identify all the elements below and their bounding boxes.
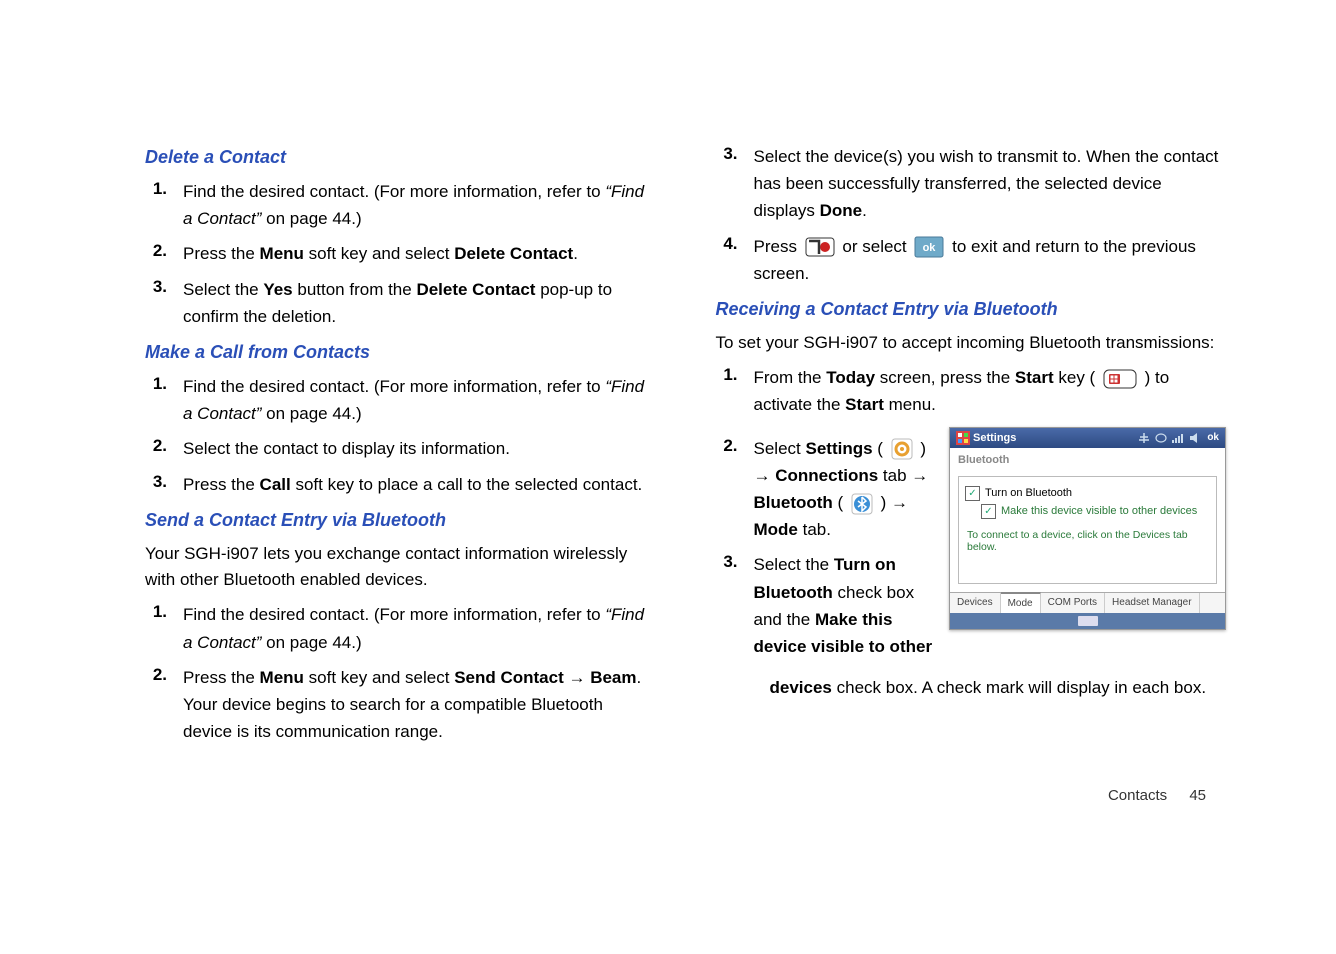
heading-send-bluetooth: Send a Contact Entry via Bluetooth <box>145 510 656 531</box>
step-text: Find the desired contact. (For more info… <box>183 373 656 427</box>
screenshot-tabs: Devices Mode COM Ports Headset Manager <box>950 592 1225 613</box>
tab-mode[interactable]: Mode <box>1001 592 1041 613</box>
ok-button-icon: ok <box>914 236 944 258</box>
step-number: 1. <box>145 178 167 199</box>
step-number: 2. <box>145 664 167 685</box>
ok-label[interactable]: ok <box>1207 432 1219 443</box>
step-number: 3. <box>716 143 738 164</box>
step-number: 2. <box>145 240 167 261</box>
step-text: Press the Menu soft key and select Delet… <box>183 240 656 267</box>
sync-icon <box>1154 432 1168 444</box>
step-number: 3. <box>145 471 167 492</box>
heading-receive-bluetooth: Receiving a Contact Entry via Bluetooth <box>716 299 1227 320</box>
step-text: Select the contact to display its inform… <box>183 435 656 462</box>
step-number: 2. <box>145 435 167 456</box>
checkbox-label: Turn on Bluetooth <box>985 487 1072 499</box>
step-text: Press or select ok to exit and return to… <box>754 233 1227 287</box>
speaker-icon <box>1188 432 1202 444</box>
heading-make-call: Make a Call from Contacts <box>145 342 656 363</box>
checkbox-turn-on-bluetooth[interactable]: ✓ Turn on Bluetooth <box>965 486 1210 501</box>
screenshot-title: Settings <box>973 432 1016 444</box>
step-text: Select the Yes button from the Delete Co… <box>183 276 656 330</box>
step-text: Find the desired contact. (For more info… <box>183 601 656 655</box>
signal-icon <box>1171 432 1185 444</box>
paragraph: To set your SGH-i907 to accept incoming … <box>716 330 1227 356</box>
checkbox-make-visible[interactable]: ✓ Make this device visible to other devi… <box>981 504 1210 519</box>
step-text: Select Settings ( ) → Connections tab → … <box>754 435 936 544</box>
step-text: Find the desired contact. (For more info… <box>183 178 656 232</box>
step-text-continuation: devices check box. A check mark will dis… <box>770 674 1227 701</box>
screenshot-section: Bluetooth <box>950 448 1225 468</box>
right-column: 3. Select the device(s) you wish to trans… <box>716 135 1227 753</box>
tab-com-ports[interactable]: COM Ports <box>1041 593 1105 613</box>
start-flag-icon <box>956 431 970 445</box>
end-key-icon <box>805 237 835 257</box>
keyboard-icon <box>1078 616 1098 626</box>
keyboard-bar[interactable] <box>950 613 1225 629</box>
step-number: 1. <box>145 373 167 394</box>
steps-delete-contact: 1. Find the desired contact. (For more in… <box>145 178 656 330</box>
step-text: Press the Call soft key to place a call … <box>183 471 656 498</box>
device-screenshot: Settings ok Bluetooth ✓ Turn on Bluetoot… <box>949 427 1226 630</box>
network-icon <box>1137 432 1151 444</box>
checkbox-label: Make this device visible to other device… <box>1001 505 1197 517</box>
step-number: 3. <box>145 276 167 297</box>
tab-headset-manager[interactable]: Headset Manager <box>1105 593 1200 613</box>
checkbox-icon: ✓ <box>965 486 980 501</box>
tab-devices[interactable]: Devices <box>950 593 1001 613</box>
steps-make-call: 1. Find the desired contact. (For more in… <box>145 373 656 498</box>
hint-text: To connect to a device, click on the Dev… <box>967 529 1208 553</box>
step-number: 3. <box>716 551 738 572</box>
page-footer: Contacts 45 <box>1108 787 1206 804</box>
step-text: Select the device(s) you wish to transmi… <box>754 143 1227 225</box>
screenshot-titlebar: Settings ok <box>950 428 1225 448</box>
steps-receive-bluetooth: 1. From the Today screen, press the Start… <box>716 364 1227 418</box>
step-text: Press the Menu soft key and select Send … <box>183 664 656 746</box>
bluetooth-options-box: ✓ Turn on Bluetooth ✓ Make this device v… <box>958 476 1217 584</box>
svg-text:ok: ok <box>923 242 937 254</box>
bluetooth-icon <box>851 493 873 515</box>
steps-send-bluetooth: 1. Find the desired contact. (For more in… <box>145 601 656 745</box>
footer-label: Contacts <box>1108 787 1167 804</box>
step-number: 1. <box>716 364 738 385</box>
checkbox-icon: ✓ <box>981 504 996 519</box>
left-column: Delete a Contact 1. Find the desired cont… <box>145 135 656 753</box>
step-text: Select the Turn on Bluetooth check box a… <box>754 551 936 660</box>
settings-icon <box>891 438 913 460</box>
step-number: 1. <box>145 601 167 622</box>
step-number: 4. <box>716 233 738 254</box>
step-text: From the Today screen, press the Start k… <box>754 364 1227 418</box>
start-key-icon <box>1103 369 1137 389</box>
step-number: 2. <box>716 435 738 456</box>
steps-continued: 3. Select the device(s) you wish to trans… <box>716 143 1227 287</box>
heading-delete-contact: Delete a Contact <box>145 147 656 168</box>
steps-receive-bluetooth-cont: 2. Select Settings ( ) → Connections tab … <box>716 435 936 661</box>
page-number: 45 <box>1189 787 1206 804</box>
paragraph: Your SGH-i907 lets you exchange contact … <box>145 541 656 594</box>
